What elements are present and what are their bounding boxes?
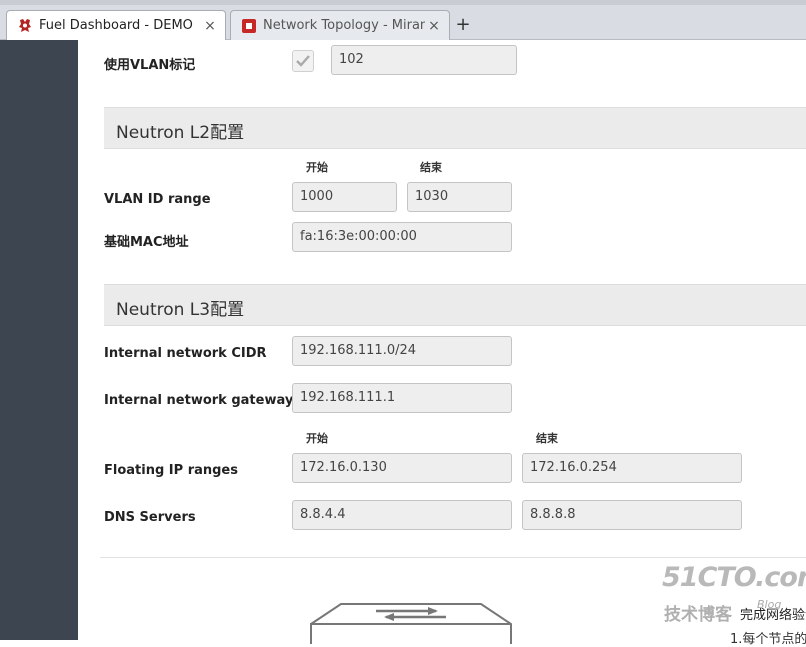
floating-ip-end-input[interactable]: 172.16.0.254 [522, 453, 742, 483]
vlan-range-start-input[interactable]: 1000 [292, 182, 397, 212]
divider [100, 557, 806, 558]
verify-network-note: 1.每个节点的 [730, 632, 806, 647]
base-mac-label: 基础MAC地址 [104, 235, 189, 250]
dns-servers-label: DNS Servers [104, 510, 196, 525]
close-tab-icon[interactable]: × [425, 18, 443, 34]
section-title: Neutron L3配置 [116, 300, 245, 320]
section-title: Neutron L2配置 [116, 123, 245, 143]
tab-network-topology[interactable]: Network Topology - Miranti × [230, 10, 450, 40]
sidebar [0, 40, 78, 640]
mirantis-logo-icon [242, 18, 256, 33]
vlan-id-input[interactable]: 102 [331, 45, 517, 75]
browser-tab-strip: Fuel Dashboard - DEMO × Network Topology… [0, 0, 806, 40]
window-top-bar [0, 0, 806, 5]
l2-start-column-header: 开始 [306, 161, 328, 174]
floating-ip-label: Floating IP ranges [104, 463, 238, 478]
new-tab-button[interactable]: + [452, 14, 474, 36]
vlan-range-label: VLAN ID range [104, 192, 211, 207]
tab-fuel-dashboard[interactable]: Fuel Dashboard - DEMO × [6, 10, 226, 40]
vlan-range-end-input[interactable]: 1030 [407, 182, 512, 212]
tab-title: Fuel Dashboard - DEMO [39, 18, 193, 33]
internal-cidr-label: Internal network CIDR [104, 346, 267, 361]
neutron-l2-section-header: Neutron L2配置 [104, 107, 806, 149]
dns-primary-input[interactable]: 8.8.4.4 [292, 500, 512, 530]
floating-ip-start-input[interactable]: 172.16.0.130 [292, 453, 512, 483]
fuel-logo-icon [19, 18, 31, 32]
vlan-tagging-label: 使用VLAN标记 [104, 58, 196, 73]
dns-secondary-input[interactable]: 8.8.8.8 [522, 500, 742, 530]
l3-end-column-header: 结束 [536, 432, 558, 445]
checkmark-icon [296, 55, 310, 67]
tab-title: Network Topology - Miranti [263, 18, 425, 33]
neutron-l3-section-header: Neutron L3配置 [104, 284, 806, 326]
watermark-site: 51CTO.com [662, 562, 806, 593]
internal-cidr-input[interactable]: 192.168.111.0/24 [292, 336, 512, 366]
watermark-subtitle: 技术博客 [664, 605, 732, 625]
internal-gateway-input[interactable]: 192.168.111.1 [292, 383, 512, 413]
close-tab-icon[interactable]: × [201, 18, 219, 34]
base-mac-input[interactable]: fa:16:3e:00:00:00 [292, 222, 512, 252]
vlan-tagging-checkbox[interactable] [292, 50, 314, 72]
l2-end-column-header: 结束 [420, 161, 442, 174]
internal-gateway-label: Internal network gateway [104, 393, 294, 408]
network-settings-panel: 使用VLAN标记 102 Neutron L2配置 开始 结束 VLAN ID … [78, 40, 806, 644]
watermark-blog: Blog [757, 598, 782, 611]
l3-start-column-header: 开始 [306, 432, 328, 445]
switch-icon [310, 603, 512, 644]
